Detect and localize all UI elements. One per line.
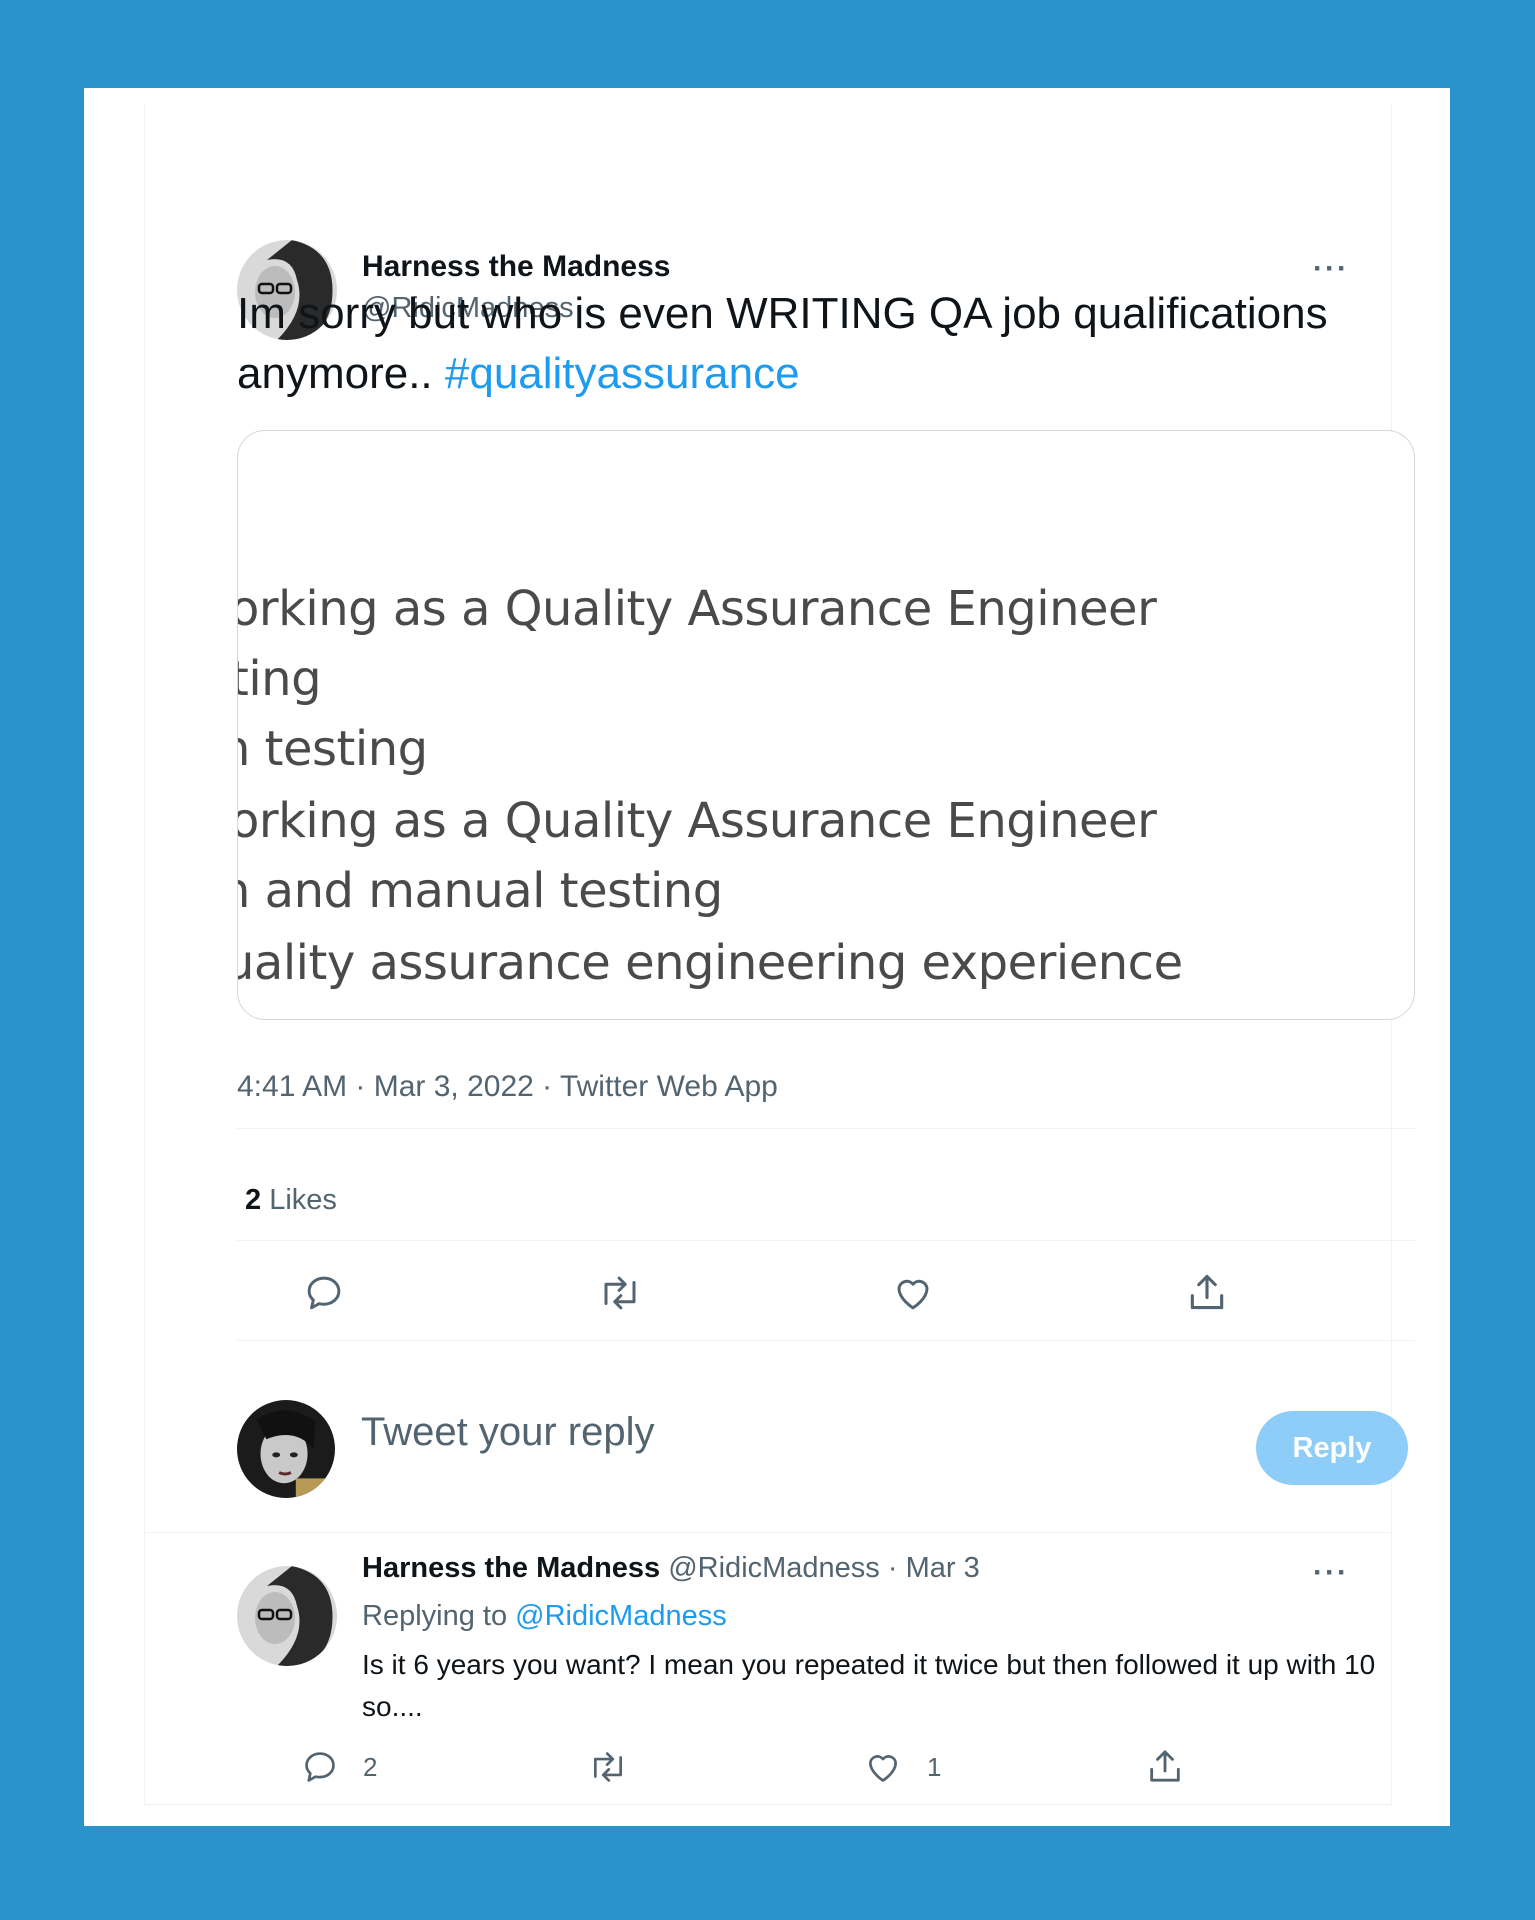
divider xyxy=(237,1128,1415,1129)
hashtag-link[interactable]: #qualityassurance xyxy=(445,349,800,398)
divider xyxy=(237,1240,1415,1241)
reply-date[interactable]: · Mar 3 xyxy=(880,1552,980,1584)
media-text-line: n testing xyxy=(237,721,428,777)
tweet-media-image[interactable]: orking as a Quality Assurance Engineer t… xyxy=(237,430,1415,1020)
likes-label: Likes xyxy=(261,1184,337,1216)
retweet-action-button[interactable] xyxy=(597,1272,643,1314)
likes-count[interactable]: 2 Likes xyxy=(245,1184,337,1217)
like-icon xyxy=(868,1755,898,1782)
tweet-thread: Harness the Madness @RidicMadness ··· Im… xyxy=(144,104,1415,1805)
reply-like-button[interactable]: 1 xyxy=(863,1748,941,1786)
media-text-line: orking as a Quality Assurance Engineer xyxy=(237,581,1157,637)
reply-share-button[interactable] xyxy=(1145,1746,1185,1786)
more-icon[interactable]: ··· xyxy=(1313,1556,1349,1590)
divider xyxy=(145,1532,1391,1533)
like-icon xyxy=(897,1279,929,1310)
reply-author-handle[interactable]: @RidicMadness xyxy=(668,1552,880,1584)
reply-button[interactable]: Reply xyxy=(1256,1411,1408,1485)
current-user-avatar[interactable] xyxy=(237,1400,335,1498)
media-text-line: ting xyxy=(237,651,322,707)
tweet-timestamp[interactable]: 4:41 AM · Mar 3, 2022 · Twitter Web App xyxy=(237,1070,778,1104)
comment-icon xyxy=(305,1752,335,1782)
reply-count: 2 xyxy=(363,1751,378,1782)
share-action-button[interactable] xyxy=(1185,1270,1229,1314)
media-text-line: orking as a Quality Assurance Engineer xyxy=(237,793,1157,849)
replying-prefix: Replying to xyxy=(362,1600,516,1632)
share-icon xyxy=(1150,1750,1180,1782)
tweet-text: Im sorry but who is even WRITING QA job … xyxy=(237,284,1337,404)
reply-input[interactable]: Tweet your reply xyxy=(361,1410,654,1455)
like-action-button[interactable] xyxy=(891,1272,935,1314)
reply-author-name[interactable]: Harness the Madness xyxy=(362,1552,660,1584)
retweet-icon xyxy=(604,1276,636,1310)
screenshot-frame: Harness the Madness @RidicMadness ··· Im… xyxy=(84,88,1450,1826)
share-icon xyxy=(1190,1274,1224,1310)
reply-comment-button[interactable]: 2 xyxy=(301,1748,377,1786)
likes-number: 2 xyxy=(245,1184,262,1216)
reply-text: Is it 6 years you want? I mean you repea… xyxy=(362,1649,1376,1722)
divider xyxy=(237,1340,1415,1341)
retweet-icon xyxy=(593,1752,623,1782)
media-text-line: n and manual testing xyxy=(237,863,723,919)
like-count: 1 xyxy=(927,1751,942,1782)
reply-retweet-button[interactable] xyxy=(587,1748,629,1786)
media-text-line: uality assurance engineering experience xyxy=(237,935,1183,991)
more-icon[interactable]: ··· xyxy=(1313,252,1349,286)
reply-action-button[interactable] xyxy=(303,1272,345,1314)
reply-header: Harness the Madness @RidicMadness · Mar … xyxy=(362,1552,980,1585)
author-name[interactable]: Harness the Madness xyxy=(362,250,670,284)
replying-to-link[interactable]: @RidicMadness xyxy=(515,1600,727,1632)
replying-to: Replying to @RidicMadness xyxy=(362,1600,727,1633)
reply-author-avatar[interactable] xyxy=(237,1566,337,1666)
comment-icon xyxy=(307,1276,341,1310)
